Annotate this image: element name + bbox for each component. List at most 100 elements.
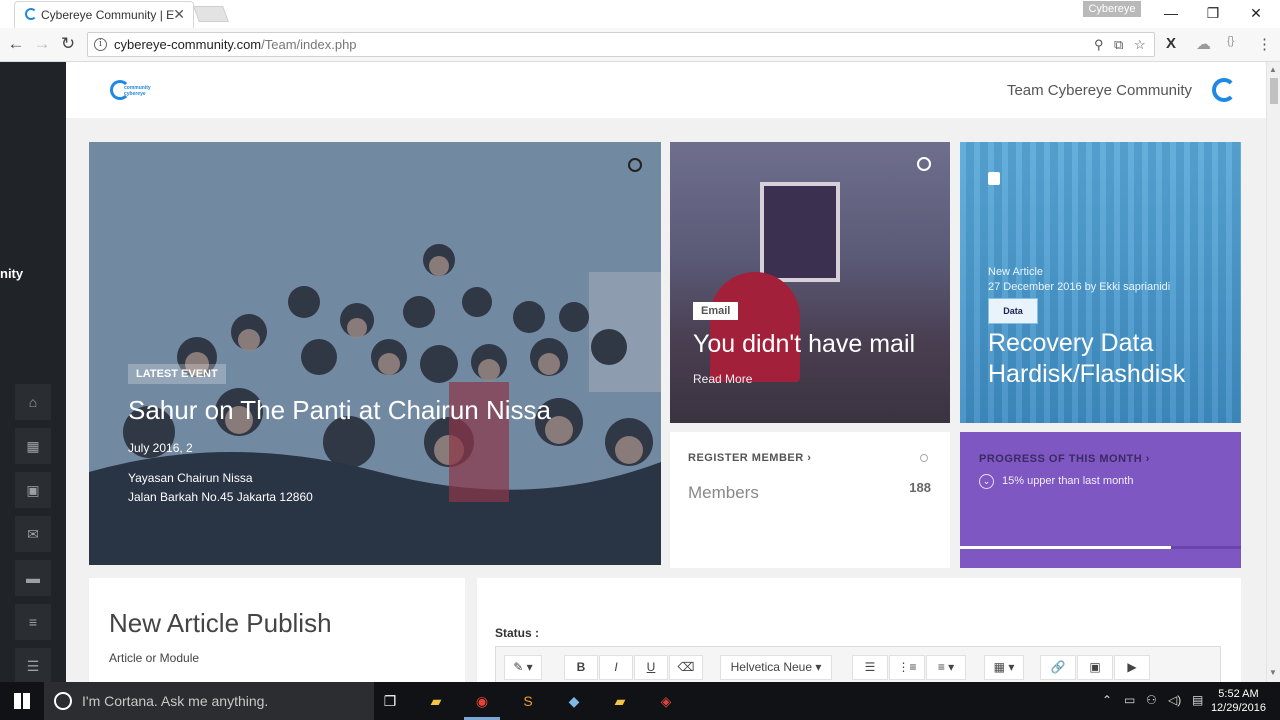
sidebar-item-gallery[interactable]: ▣ [15,472,51,508]
profile-badge[interactable]: Cybereye [1083,1,1141,17]
sidebar-item-calendar[interactable]: ▦ [15,428,51,464]
document-icon [988,172,1000,185]
clock-time: 5:52 AM [1218,688,1259,700]
folder-icon[interactable]: ▰ [608,689,632,713]
sidebar-item-home[interactable]: ⌂ [15,384,51,420]
progress-text: 15% upper than last month [1002,475,1134,487]
image-button[interactable]: ▣ [1077,655,1113,680]
site-logo[interactable]: community cybereye [110,80,154,102]
sidebar-item-list[interactable]: ☰ [15,648,51,682]
event-date: July 2016, 2 [128,441,193,455]
menu-icon: ≡ [28,614,38,630]
tray-notification-icon[interactable]: ▤ [1192,693,1203,707]
forward-button[interactable]: → [32,34,52,54]
cortana-icon [54,692,72,710]
progress-card: PROGRESS OF THIS MONTH › ⌄ 15% upper tha… [960,432,1241,568]
cortana-placeholder: I'm Cortana. Ask me anything. [82,693,269,709]
latest-event-card[interactable]: LATEST EVENT Sahur on The Panti at Chair… [89,142,661,565]
scroll-up-icon[interactable]: ▲ [1269,65,1277,74]
event-place-address: Jalan Barkah No.45 Jakarta 12860 [128,490,313,504]
url-domain: cybereye-community.com [114,37,262,52]
page-viewport: nity ⌂ ▦ ▣ ✉ ▬ ≡ ☰ community cybereye Tea… [0,62,1266,682]
tray-volume-icon[interactable]: ◁) [1168,693,1181,707]
sidebar-item-menu[interactable]: ≡ [15,604,51,640]
font-family-select[interactable]: Helvetica Neue ▾ [720,655,832,680]
file-explorer-icon[interactable]: ▰ [424,689,448,713]
mail-title: You didn't have mail [693,330,916,358]
sidebar-brand-text: nity [0,266,24,281]
extension-code-icon[interactable]: {} [1227,35,1234,47]
browser-tab[interactable]: Cybereye Community | E ✕ [14,1,194,28]
app-icon[interactable]: ◆ [562,689,586,713]
progress-link[interactable]: PROGRESS OF THIS MONTH › [979,453,1150,465]
address-bar[interactable]: i cybereye-community.com/Team/index.php … [87,32,1155,57]
link-button[interactable]: 🔗 [1040,655,1076,680]
members-count: 188 [909,480,931,495]
event-place-name: Yayasan Chairun Nissa [128,471,253,485]
tray-network-icon[interactable]: ⚇ [1146,693,1157,707]
read-more-link[interactable]: Read More [693,372,752,386]
panel-subtitle: Article or Module [109,651,200,665]
restore-button[interactable]: ❐ [1198,3,1228,23]
event-title[interactable]: Sahur on The Panti at Chairun Nissa [128,395,551,426]
video-button[interactable]: ▶ [1114,655,1150,680]
option-ring-icon[interactable] [920,454,928,462]
email-badge: Email [693,302,739,320]
tab-close-icon[interactable]: ✕ [173,6,185,23]
task-view-icon[interactable]: ❐ [378,689,402,713]
screen: Cybereye Community | E ✕ Cybereye — ❐ ✕ … [0,0,1280,720]
latest-event-badge: LATEST EVENT [128,364,226,384]
browser-titlebar: Cybereye Community | E ✕ Cybereye — ❐ ✕ [0,0,1280,28]
list-icon: ☰ [26,658,40,674]
back-button[interactable]: ← [6,34,26,54]
align-button[interactable]: ≡ ▾ [926,655,966,680]
bullet-list-button[interactable]: ☰ [852,655,888,680]
article-meta: 27 December 2016 by Ekki saprianidi [988,281,1171,293]
underline-button[interactable]: U [634,655,668,680]
chevron-down-circle-icon: ⌄ [979,474,994,489]
site-favicon-icon [25,8,37,20]
new-article-card[interactable]: New Article 27 December 2016 by Ekki sap… [960,142,1241,423]
article-kicker: New Article 27 December 2016 by Ekki sap… [988,266,1171,293]
progress-bar-fill [960,546,1171,549]
table-button[interactable]: ▦ ▾ [984,655,1024,680]
event-place: Yayasan Chairun Nissa Jalan Barkah No.45… [128,469,313,507]
scroll-thumb[interactable] [1270,78,1278,104]
close-window-button[interactable]: ✕ [1241,3,1271,23]
progress-bar [960,546,1241,549]
article-title[interactable]: Recovery Data Hardisk/Flashdisk [988,328,1185,390]
app-red-icon[interactable]: ◈ [654,689,678,713]
sidebar-item-chat[interactable]: ▬ [15,560,51,596]
cortana-search-box[interactable]: I'm Cortana. Ask me anything. [44,682,374,720]
option-ring-icon[interactable] [628,158,642,172]
tray-chevron-up-icon[interactable]: ⌃ [1102,693,1112,707]
bookmark-star-icon[interactable]: ☆ [1134,37,1146,53]
chrome-icon[interactable]: ◉ [470,689,494,713]
clock-date: 12/29/2016 [1210,702,1266,714]
sublime-text-icon[interactable]: S [516,689,540,713]
taskbar-clock[interactable]: 5:52 AM 12/29/2016 [1211,687,1266,715]
scroll-down-icon[interactable]: ▼ [1269,668,1277,677]
windows-start-icon[interactable] [14,693,30,709]
new-tab-button[interactable] [193,6,229,22]
reload-button[interactable]: ↻ [58,34,78,54]
italic-button[interactable]: I [599,655,633,680]
sidebar-item-mail[interactable]: ✉ [15,516,51,552]
register-member-link[interactable]: REGISTER MEMBER › [688,452,811,464]
site-info-icon[interactable]: i [94,38,107,51]
style-button[interactable]: ✎ ▾ [504,655,542,680]
pin-icon[interactable]: ⚲ [1094,37,1104,53]
translate-icon[interactable]: ⧉ [1114,37,1123,53]
page-scrollbar[interactable]: ▲ ▼ [1266,62,1280,682]
numbered-list-button[interactable]: ⋮≡ [889,655,925,680]
email-card[interactable]: Email You didn't have mail Read More [670,142,950,423]
extension-cloud-icon[interactable]: ☁ [1196,35,1211,53]
tray-battery-icon[interactable]: ▭ [1124,693,1135,707]
chrome-menu-icon[interactable]: ⋮ [1257,35,1272,53]
extension-x-icon[interactable]: X [1166,35,1176,52]
user-avatar-icon[interactable] [1212,78,1236,102]
bold-button[interactable]: B [564,655,598,680]
minimize-button[interactable]: — [1156,3,1186,23]
option-ring-icon[interactable] [917,157,931,171]
eraser-button[interactable]: ⌫ [669,655,703,680]
